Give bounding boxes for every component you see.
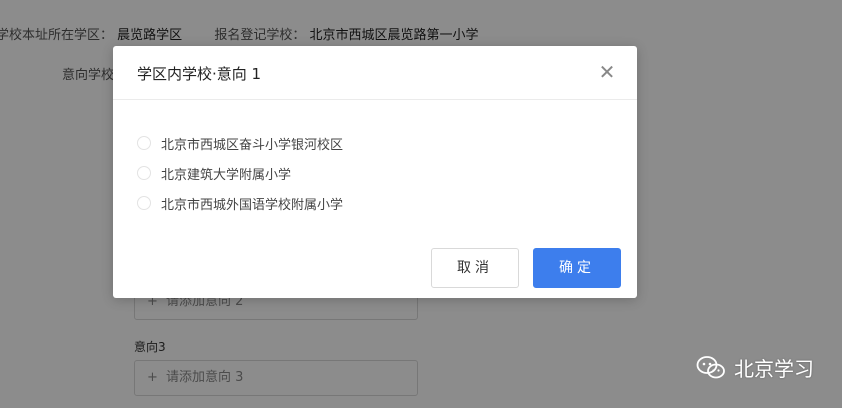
school-option-label: 北京市西城外国语学校附属小学 <box>161 197 344 213</box>
confirm-button[interactable]: 确定 <box>533 248 621 288</box>
close-icon[interactable]: ✕ <box>595 60 619 84</box>
school-select-dialog: 学区内学校·意向 1 ✕ 北京市西城区奋斗小学银河校区 北京建筑大学附属小学 北… <box>113 46 637 298</box>
watermark-text: 北京学习 <box>734 357 814 381</box>
dialog-title: 学区内学校·意向 1 <box>137 65 262 83</box>
dialog-footer: 取消 确定 <box>431 248 621 288</box>
radio-button[interactable] <box>137 166 151 180</box>
school-option-1[interactable]: 北京市西城区奋斗小学银河校区 <box>137 128 343 158</box>
school-option-label: 北京市西城区奋斗小学银河校区 <box>161 137 344 153</box>
radio-button[interactable] <box>137 196 151 210</box>
school-option-label: 北京建筑大学附属小学 <box>161 167 292 183</box>
radio-button[interactable] <box>137 136 151 150</box>
dialog-header: 学区内学校·意向 1 ✕ <box>113 46 637 100</box>
watermark: 北京学习 <box>696 353 814 382</box>
wechat-icon <box>696 355 725 378</box>
school-option-list: 北京市西城区奋斗小学银河校区 北京建筑大学附属小学 北京市西城外国语学校附属小学 <box>137 128 343 218</box>
school-option-2[interactable]: 北京建筑大学附属小学 <box>137 158 343 188</box>
cancel-button[interactable]: 取消 <box>431 248 519 288</box>
school-option-3[interactable]: 北京市西城外国语学校附属小学 <box>137 188 343 218</box>
